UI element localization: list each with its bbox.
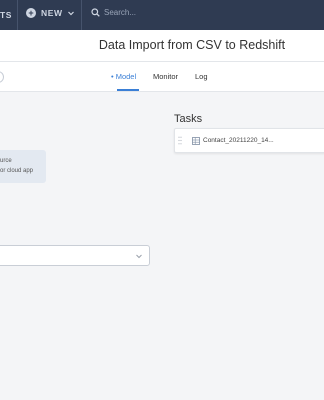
tab-log[interactable]: Log: [195, 72, 208, 81]
search-box[interactable]: Search...: [91, 8, 136, 17]
connection-select[interactable]: [0, 245, 150, 266]
tasks-heading: Tasks: [174, 113, 203, 125]
tab-bar: • Model Monitor Log: [0, 62, 324, 92]
chevron-down-icon: [67, 11, 74, 16]
new-menu-button[interactable]: + NEW: [26, 8, 75, 18]
active-tab-indicator: [117, 89, 139, 91]
top-nav-bar: TS + NEW Search...: [0, 0, 324, 30]
tab-model-label: Model: [115, 72, 137, 81]
new-menu-label: NEW: [41, 8, 63, 18]
task-item[interactable]: Contact_20211220_14...: [174, 128, 324, 153]
drag-handle-icon[interactable]: [178, 136, 182, 145]
toggle-control[interactable]: [0, 71, 4, 83]
source-card-line2: or cloud app: [0, 168, 34, 174]
title-bar: Data Import from CSV to Redshift: [0, 30, 324, 62]
tab-monitor[interactable]: Monitor: [153, 72, 178, 81]
table-icon: [192, 136, 200, 145]
tab-model[interactable]: • Model: [111, 72, 136, 81]
search-icon: [91, 8, 100, 17]
chevron-down-icon: [136, 254, 142, 259]
nav-divider: [17, 0, 18, 30]
nav-divider: [81, 0, 82, 30]
search-input[interactable]: Search...: [104, 8, 136, 17]
source-card[interactable]: urce or cloud app: [0, 150, 46, 183]
source-card-line1: urce: [0, 158, 12, 164]
task-name: Contact_20211220_14...: [203, 137, 274, 144]
plus-circle-icon: +: [26, 8, 36, 18]
nav-item-partial[interactable]: TS: [0, 10, 12, 20]
page-title: Data Import from CSV to Redshift: [98, 38, 286, 52]
